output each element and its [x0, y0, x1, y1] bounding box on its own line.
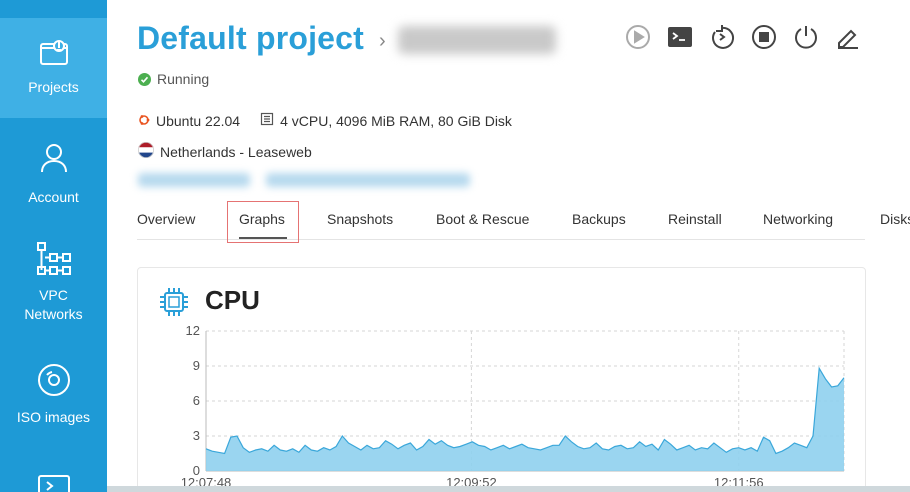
reboot-icon[interactable] [709, 24, 735, 50]
tab-backups[interactable]: Backups [572, 211, 626, 227]
sidebar-item-label: VPC [39, 287, 68, 303]
breadcrumb-separator: › [379, 30, 386, 52]
projects-icon [36, 34, 72, 70]
server-toolbar [625, 24, 861, 50]
sidebar-item-iso-images[interactable]: ISO images [0, 362, 107, 442]
play-icon[interactable] [625, 24, 651, 50]
horizontal-scrollbar[interactable] [107, 486, 910, 492]
cpu-card-title: CPU [205, 285, 260, 315]
tab-reinstall[interactable]: Reinstall [668, 211, 722, 227]
specs-icon [260, 112, 274, 129]
tab-boot-rescue[interactable]: Boot & Rescue [436, 211, 529, 227]
y-tick-label: 9 [193, 358, 200, 373]
y-tick-label: 12 [186, 323, 200, 338]
os-label: Ubuntu 22.04 [156, 112, 241, 129]
sidebar-item-label: ISO images [16, 409, 91, 425]
sidebar-item-label: Projects [28, 79, 79, 95]
edit-icon[interactable] [835, 24, 861, 50]
sidebar-item-vpc-networks[interactable]: VPC Networks [0, 240, 107, 330]
check-icon [138, 72, 151, 86]
sidebar: Projects Account VPC Networks ISO images [0, 0, 107, 492]
y-tick-label: 6 [193, 393, 200, 408]
account-icon [36, 140, 72, 176]
tab-networking[interactable]: Networking [763, 211, 833, 227]
location-label: Netherlands - Leaseweb [160, 143, 312, 160]
location-row: Netherlands - Leaseweb [138, 142, 312, 161]
ipv6-address-redacted [266, 173, 470, 187]
netherlands-flag-icon [138, 142, 154, 161]
stop-icon[interactable] [751, 24, 777, 50]
cpu-chart: 0 3 6 9 12 12:07:48 12:09:52 12:11:56 [160, 318, 860, 492]
tab-overview[interactable]: Overview [137, 211, 195, 227]
terminal-icon [36, 470, 72, 492]
cpu-usage-area [206, 368, 844, 471]
specs-label: 4 vCPU, 4096 MiB RAM, 80 GiB Disk [280, 112, 512, 129]
server-info-row: Ubuntu 22.04 4 vCPU, 4096 MiB RAM, 80 Gi… [138, 112, 512, 129]
ip-address-redacted [138, 173, 250, 187]
y-tick-label: 3 [193, 428, 200, 443]
server-hostname-redacted [398, 26, 556, 54]
page-title: Default project [137, 20, 365, 56]
console-icon[interactable] [667, 24, 693, 50]
cpu-chart-svg: 03691212:07:48 12:09:52 12:11:56 [181, 323, 845, 490]
sidebar-item-label: Account [28, 189, 79, 205]
status-text: Running [157, 71, 210, 87]
tab-snapshots[interactable]: Snapshots [327, 211, 393, 227]
active-tab-underline [239, 237, 287, 239]
tab-disks[interactable]: Disks [880, 211, 910, 227]
app-root: Projects Account VPC Networks ISO images… [0, 0, 910, 492]
sidebar-item-label: Networks [24, 306, 83, 322]
power-icon[interactable] [793, 24, 819, 50]
network-icon [36, 240, 72, 276]
sidebar-item-next[interactable] [0, 470, 107, 492]
ubuntu-icon [138, 113, 150, 129]
disc-icon [36, 362, 72, 398]
status-badge: Running [138, 71, 209, 87]
sidebar-item-projects[interactable]: Projects [0, 18, 107, 118]
cpu-usage-line [205, 366, 845, 455]
sidebar-item-account[interactable]: Account [0, 140, 107, 220]
